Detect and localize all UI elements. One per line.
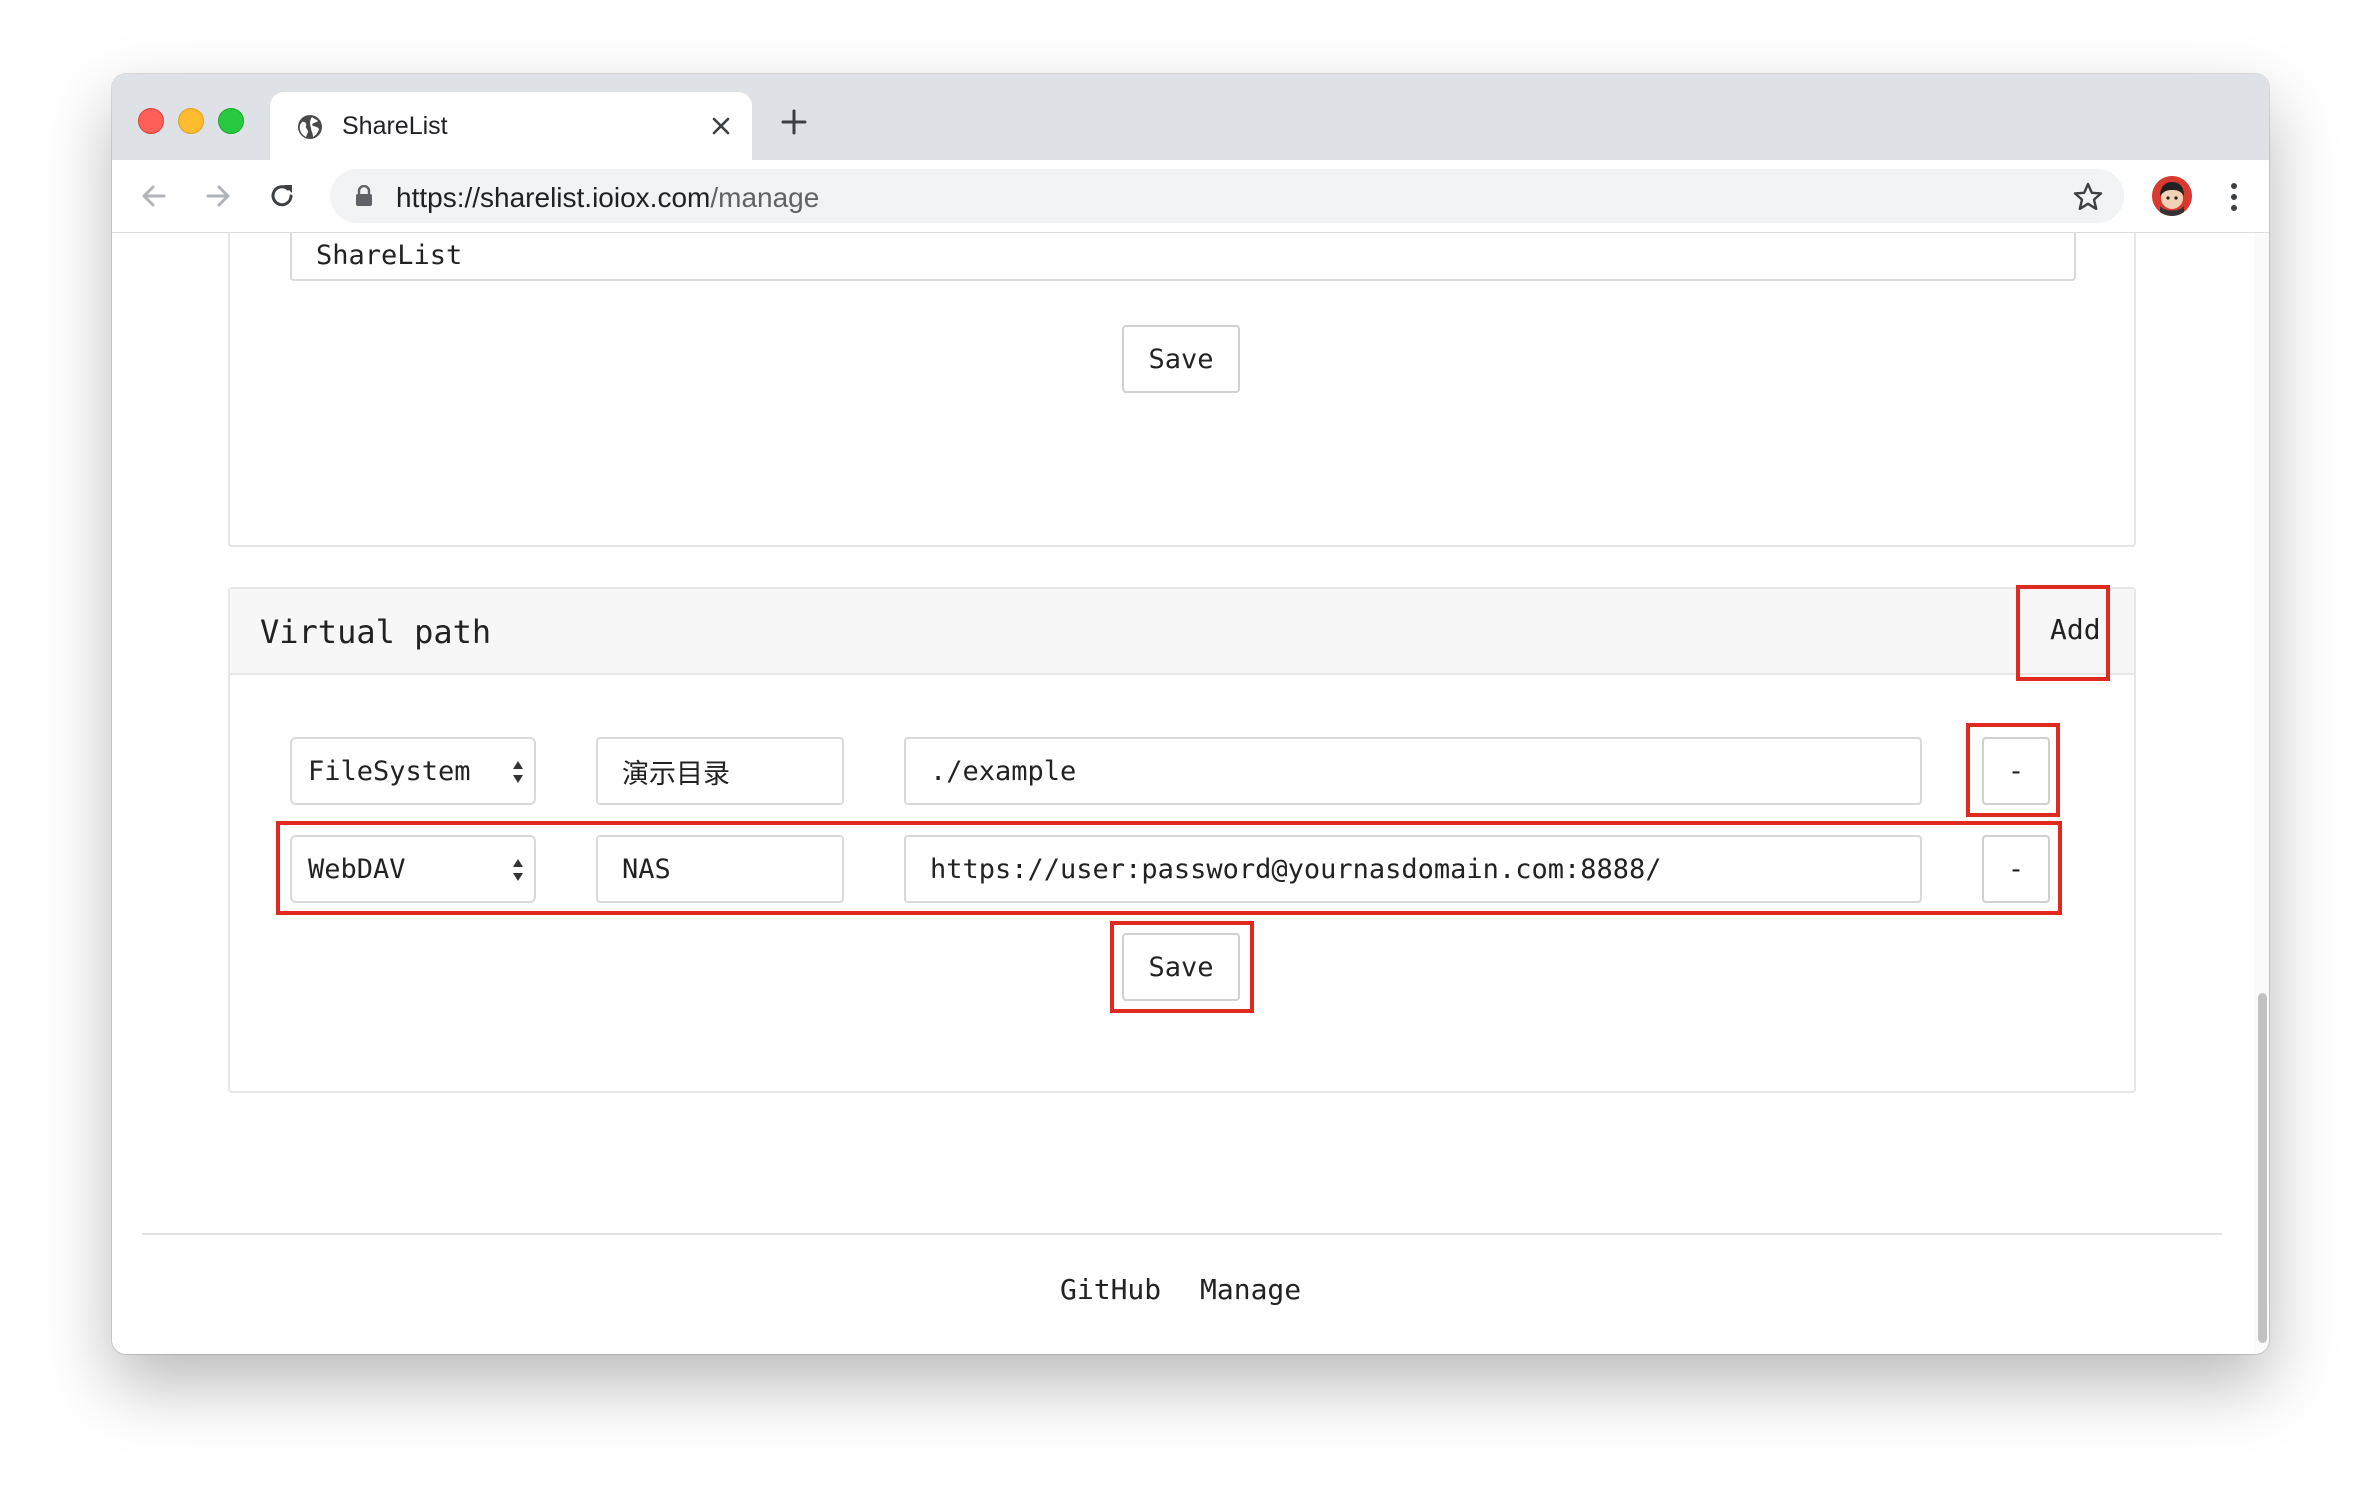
highlight-webdav-row — [276, 821, 2062, 915]
tab-strip: ShareList — [112, 74, 2269, 160]
minimize-window-button[interactable] — [178, 108, 204, 134]
path-type-value: FileSystem — [308, 755, 471, 787]
globe-icon — [298, 115, 322, 139]
lock-icon[interactable] — [354, 185, 374, 207]
highlight-remove-button — [1966, 723, 2060, 817]
close-window-button[interactable] — [138, 108, 164, 134]
address-bar[interactable]: https://sharelist.ioiox.com/manage — [330, 169, 2124, 223]
virtual-path-title: Virtual path — [260, 613, 492, 651]
tab-title: ShareList — [342, 112, 448, 140]
tab-sharelist[interactable]: ShareList — [270, 92, 752, 160]
highlight-save-button — [1110, 921, 1254, 1013]
path-name-input[interactable]: 演示目录 — [596, 737, 844, 805]
select-arrows-icon — [513, 761, 523, 783]
scrollbar-thumb[interactable] — [2258, 993, 2267, 1343]
page-viewport: ShareList Save Virtual path Add FileSyst… — [112, 233, 2269, 1354]
path-type-select[interactable]: FileSystem — [290, 737, 536, 805]
new-tab-icon[interactable] — [780, 108, 808, 136]
profile-avatar-icon — [2152, 176, 2192, 216]
url-host: https://sharelist.ioiox.com — [396, 182, 711, 213]
footer-link-manage[interactable]: Manage — [1200, 1273, 1301, 1306]
reload-icon[interactable] — [266, 180, 298, 212]
forward-arrow-icon[interactable] — [202, 180, 234, 212]
more-menu-icon[interactable] — [2224, 180, 2244, 214]
maximize-window-button[interactable] — [218, 108, 244, 134]
url-path: /manage — [710, 182, 820, 213]
browser-window: ShareList https://sharelist.ioiox.com/ma… — [112, 74, 2269, 1354]
footer-link-github[interactable]: GitHub — [1060, 1273, 1161, 1306]
footer-divider — [142, 1233, 2222, 1235]
path-location-input[interactable]: ./example — [904, 737, 1922, 805]
site-title-value: ShareList — [316, 239, 463, 271]
profile-avatar[interactable] — [2152, 176, 2192, 216]
path-name-value: 演示目录 — [622, 758, 730, 790]
browser-toolbar: https://sharelist.ioiox.com/manage — [112, 160, 2269, 233]
site-title-input[interactable]: ShareList — [290, 233, 2076, 281]
close-icon[interactable] — [708, 113, 734, 139]
highlight-add-button — [2016, 585, 2110, 681]
site-title-save-button[interactable]: Save — [1122, 325, 1240, 393]
path-location-value: ./example — [930, 755, 1077, 787]
url-text: https://sharelist.ioiox.com/manage — [396, 182, 819, 214]
back-arrow-icon[interactable] — [138, 180, 170, 212]
bookmark-star-icon[interactable] — [2072, 181, 2104, 213]
site-title-card: ShareList Save — [228, 233, 2136, 547]
virtual-path-header: Virtual path Add — [230, 589, 2134, 675]
